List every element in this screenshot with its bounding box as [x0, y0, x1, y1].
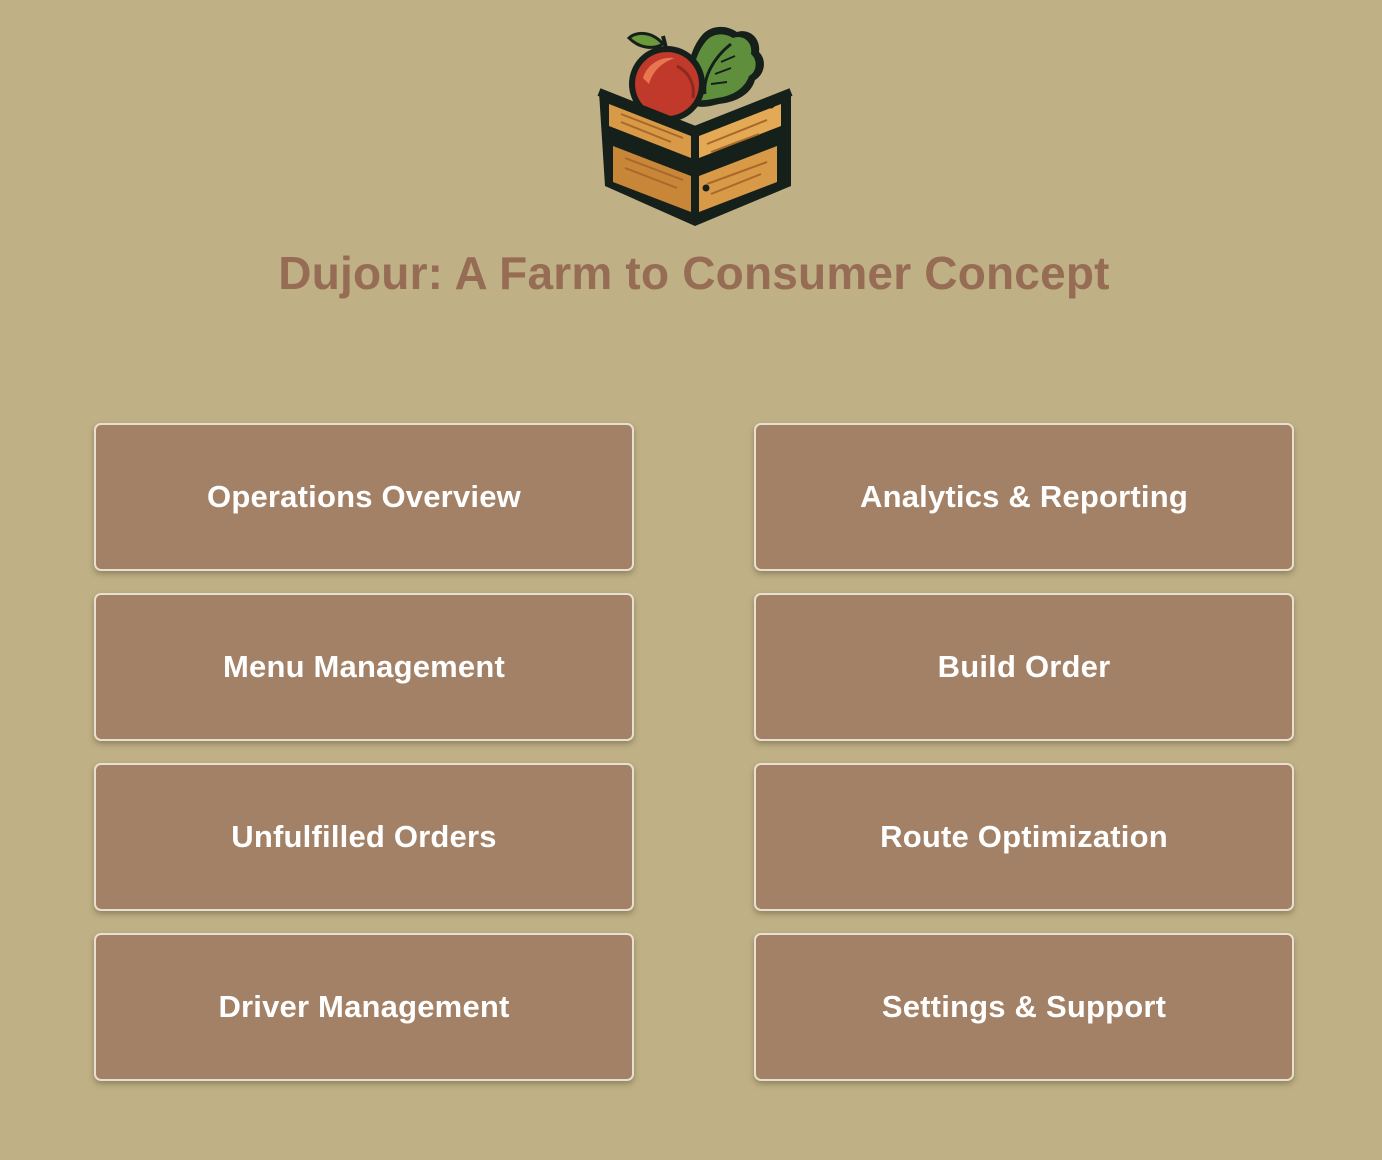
unfulfilled-orders-label: Unfulfilled Orders [231, 819, 497, 854]
produce-crate-icon [597, 26, 793, 226]
route-optimization-label: Route Optimization [880, 819, 1168, 854]
menu-management-label: Menu Management [222, 649, 506, 684]
settings-support-button[interactable]: Settings & Support [754, 933, 1294, 1081]
operations-overview-label: Operations Overview [207, 479, 521, 514]
operations-overview-button[interactable]: Operations Overview [94, 423, 634, 571]
nav-grid: Operations Overview Analytics & Reportin… [94, 423, 1294, 1081]
dujour-logo [591, 22, 795, 228]
page-title: Dujour: A Farm to Consumer Concept [278, 247, 1110, 299]
settings-support-label: Settings & Support [881, 989, 1167, 1024]
analytics-reporting-label: Analytics & Reporting [859, 479, 1189, 514]
unfulfilled-orders-button[interactable]: Unfulfilled Orders [94, 763, 634, 911]
route-optimization-button[interactable]: Route Optimization [754, 763, 1294, 911]
menu-management-button[interactable]: Menu Management [94, 593, 634, 741]
driver-management-button[interactable]: Driver Management [94, 933, 634, 1081]
build-order-button[interactable]: Build Order [754, 593, 1294, 741]
wooden-crate-icon [597, 88, 793, 226]
analytics-reporting-button[interactable]: Analytics & Reporting [754, 423, 1294, 571]
driver-management-label: Driver Management [218, 989, 510, 1024]
build-order-label: Build Order [937, 649, 1111, 684]
